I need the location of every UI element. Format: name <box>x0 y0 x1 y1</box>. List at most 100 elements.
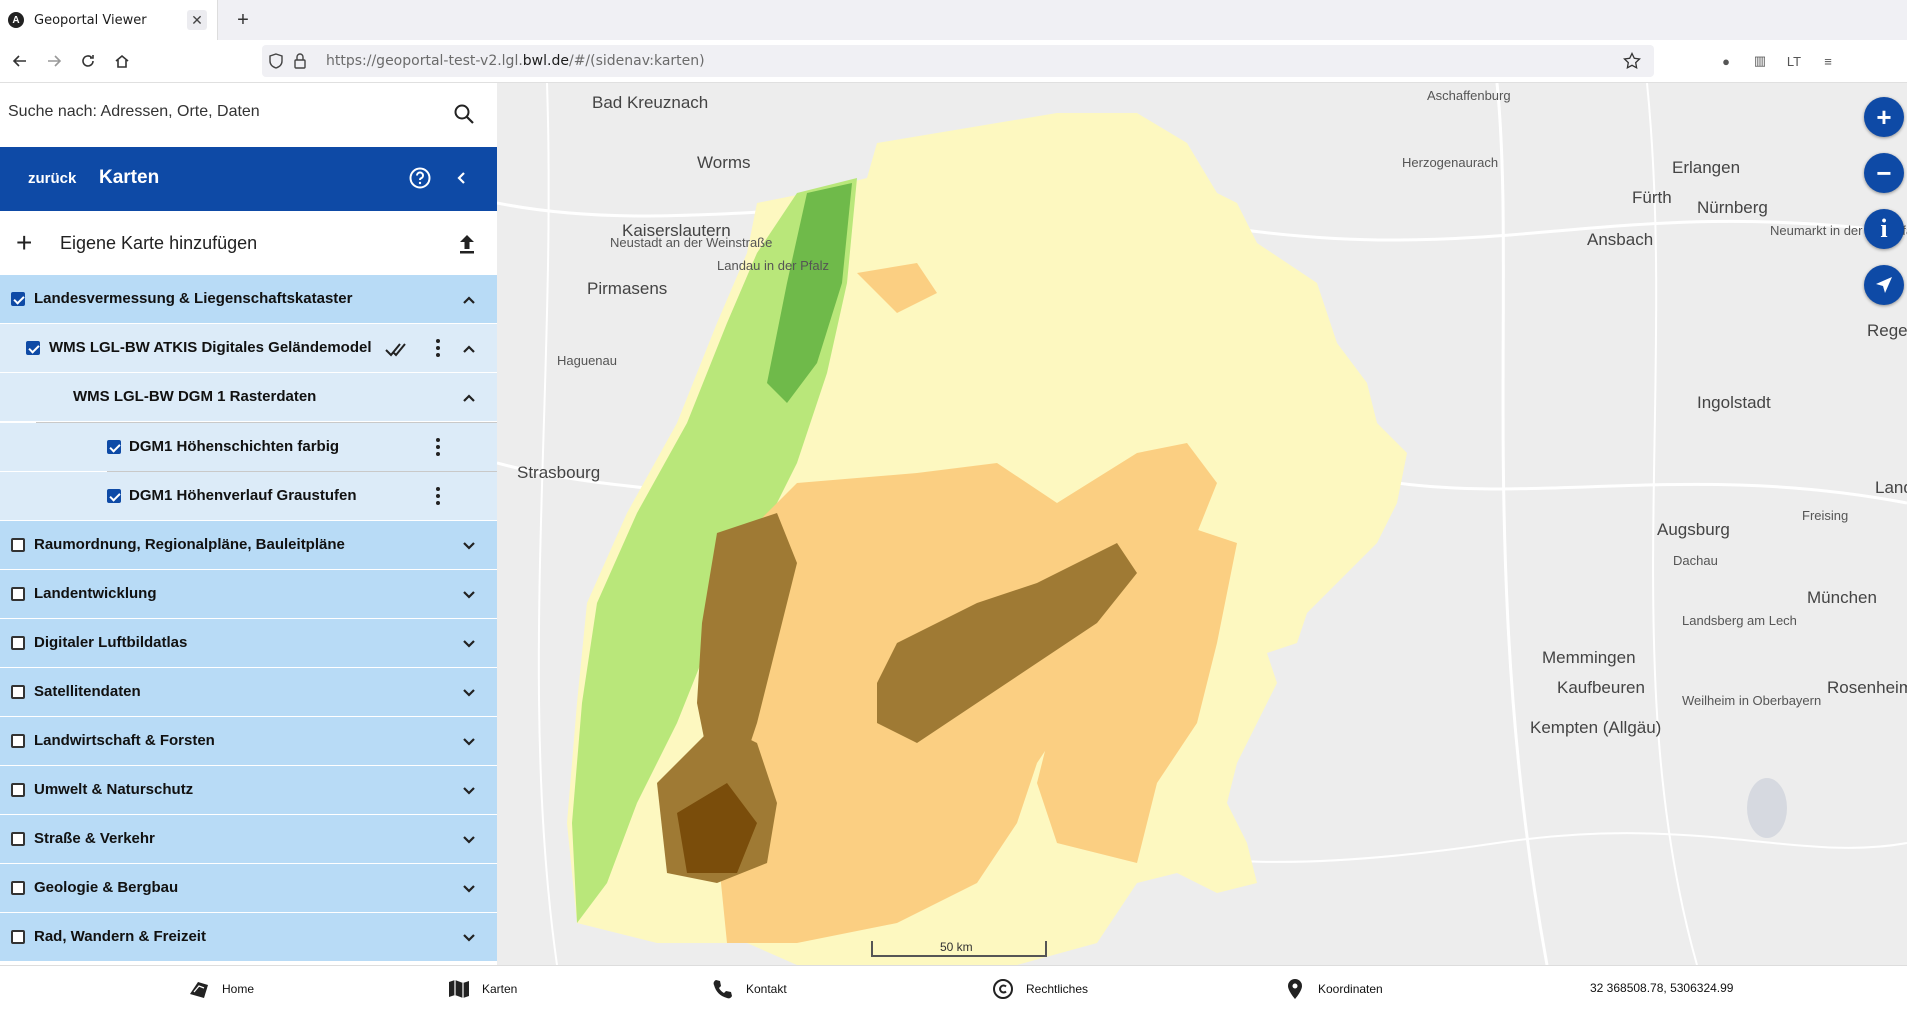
shield-icon[interactable] <box>266 51 286 71</box>
map-label: Regensburg <box>1867 321 1907 340</box>
category-row[interactable]: Satellitendaten <box>0 668 497 717</box>
back-button[interactable]: zurück <box>28 170 76 187</box>
category-row[interactable]: Raumordnung, Regionalpläne, Bauleitpläne <box>0 521 497 570</box>
category-row[interactable]: Landentwicklung <box>0 570 497 619</box>
chevron-down-icon[interactable] <box>459 585 479 605</box>
home-nav-item[interactable]: Home <box>188 978 254 1000</box>
extension-lt-icon[interactable]: LT <box>1784 51 1804 71</box>
layer-row[interactable]: DGM1 Höhenschichten farbig <box>0 423 497 472</box>
category-checkbox[interactable] <box>11 538 25 552</box>
angular-favicon-icon: A <box>8 12 24 28</box>
category-checkbox[interactable] <box>11 832 25 846</box>
search-box[interactable]: Suche nach: Adressen, Orte, Daten <box>0 83 497 148</box>
service-label: WMS LGL-BW ATKIS Digitales Geländemodell… <box>49 339 371 356</box>
layer-checkbox[interactable] <box>107 489 121 503</box>
reload-icon[interactable] <box>76 49 100 73</box>
lock-icon[interactable] <box>290 51 310 71</box>
map-canvas[interactable]: Bad Kreuznach Kaiserslautern Worms Pirma… <box>497 83 1907 965</box>
layer-row[interactable]: DGM1 Höhenverlauf Graustufen <box>0 472 497 521</box>
plus-icon[interactable]: + <box>16 229 32 257</box>
layer-checkbox[interactable] <box>107 440 121 454</box>
extension-globe-icon[interactable]: ● <box>1716 51 1736 71</box>
chevron-down-icon[interactable] <box>459 732 479 752</box>
map-label: Haguenau <box>557 353 617 368</box>
category-checkbox[interactable] <box>11 881 25 895</box>
add-own-map-label: Eigene Karte hinzufügen <box>60 233 258 253</box>
more-vert-icon[interactable] <box>436 339 440 357</box>
category-row-landesvermessung[interactable]: Landesvermessung & Liegenschaftskataster <box>0 275 497 324</box>
category-checkbox[interactable] <box>11 587 25 601</box>
category-row[interactable]: Umwelt & Naturschutz <box>0 766 497 815</box>
chevron-down-icon[interactable] <box>459 781 479 801</box>
new-tab-icon[interactable]: + <box>232 9 254 31</box>
map-label: Erlangen <box>1672 158 1741 177</box>
more-vert-icon[interactable] <box>436 487 440 505</box>
home-label: Home <box>222 982 255 996</box>
chevron-up-icon[interactable] <box>459 290 479 310</box>
chevron-down-icon[interactable] <box>459 879 479 899</box>
zoom-out-button[interactable]: − <box>1864 153 1904 193</box>
map-label: Weilheim in Oberbayern <box>1682 693 1822 708</box>
layer-label: DGM1 Höhenschichten farbig <box>129 438 340 455</box>
category-checkbox[interactable] <box>11 930 25 944</box>
menu-hamburger-icon[interactable]: ≡ <box>1818 51 1838 71</box>
bookmark-star-icon[interactable] <box>1622 51 1642 71</box>
help-icon[interactable] <box>409 167 431 189</box>
chevron-up-icon[interactable] <box>459 339 479 359</box>
map-label: Herzogenaurach <box>1402 155 1499 170</box>
more-vert-icon[interactable] <box>436 438 440 456</box>
search-input[interactable]: Suche nach: Adressen, Orte, Daten <box>8 103 260 121</box>
panel-header: zurück Karten <box>0 147 497 211</box>
category-row[interactable]: Rad, Wandern & Freizeit <box>0 913 497 962</box>
map-label: München <box>1807 588 1877 607</box>
map-label: Ansbach <box>1587 230 1654 249</box>
category-label: Rad, Wandern & Freizeit <box>34 928 206 945</box>
chevron-down-icon[interactable] <box>459 683 479 703</box>
zoom-in-button[interactable]: + <box>1864 97 1904 137</box>
map-label: Landau in der Pfalz <box>717 258 830 273</box>
group-row[interactable]: WMS LGL-BW DGM 1 Rasterdaten <box>0 373 497 422</box>
karten-nav-item[interactable]: Karten <box>448 978 517 1000</box>
category-checkbox[interactable] <box>11 685 25 699</box>
category-row[interactable]: Digitaler Luftbildatlas <box>0 619 497 668</box>
map-label: Nürnberg <box>1697 198 1768 217</box>
search-icon[interactable] <box>453 103 475 125</box>
chevron-up-icon[interactable] <box>459 388 479 408</box>
koordinaten-nav-item[interactable]: Koordinaten <box>1284 978 1383 1000</box>
home-icon[interactable] <box>110 49 134 73</box>
back-arrow-icon[interactable] <box>8 49 32 73</box>
upload-icon[interactable] <box>457 233 477 255</box>
category-row[interactable]: Landwirtschaft & Forsten <box>0 717 497 766</box>
category-checkbox[interactable] <box>11 783 25 797</box>
category-row[interactable]: Straße & Verkehr <box>0 815 497 864</box>
locate-button[interactable] <box>1864 265 1904 305</box>
category-row[interactable]: Geologie & Bergbau <box>0 864 497 913</box>
navigation-arrow-icon <box>1876 277 1892 293</box>
add-own-map-row[interactable]: + Eigene Karte hinzufügen <box>0 211 497 275</box>
service-checkbox[interactable] <box>26 341 40 355</box>
library-icon[interactable]: ▥ <box>1750 51 1770 71</box>
category-checkbox[interactable] <box>11 292 25 306</box>
bw-logo-icon <box>190 982 208 998</box>
chevron-down-icon[interactable] <box>459 634 479 654</box>
map-label: Memmingen <box>1542 648 1636 667</box>
url-text[interactable]: https://geoportal-test-v2.lgl.bwl.de/#/(… <box>326 53 705 69</box>
category-checkbox[interactable] <box>11 636 25 650</box>
chevron-down-icon[interactable] <box>459 928 479 948</box>
tab-title: Geoportal Viewer <box>34 12 147 28</box>
address-bar[interactable]: https://geoportal-test-v2.lgl.bwl.de/#/(… <box>262 45 1654 77</box>
info-button[interactable]: i <box>1864 209 1904 249</box>
kontakt-nav-item[interactable]: Kontakt <box>712 978 787 1000</box>
forward-arrow-icon[interactable] <box>42 49 66 73</box>
tab-close-icon[interactable]: ✕ <box>187 10 207 30</box>
map-label: Aschaffenburg <box>1427 88 1511 103</box>
chevron-down-icon[interactable] <box>459 536 479 556</box>
category-checkbox[interactable] <box>11 734 25 748</box>
service-row[interactable]: WMS LGL-BW ATKIS Digitales Geländemodell… <box>0 324 497 373</box>
browser-tab[interactable]: A Geoportal Viewer ✕ <box>0 0 218 40</box>
chevron-down-icon[interactable] <box>459 830 479 850</box>
collapse-chevron-icon[interactable] <box>452 168 472 188</box>
double-check-icon[interactable] <box>385 339 409 359</box>
rechtliches-nav-item[interactable]: Rechtliches <box>992 978 1088 1000</box>
map-label: Ingolstadt <box>1697 393 1771 412</box>
